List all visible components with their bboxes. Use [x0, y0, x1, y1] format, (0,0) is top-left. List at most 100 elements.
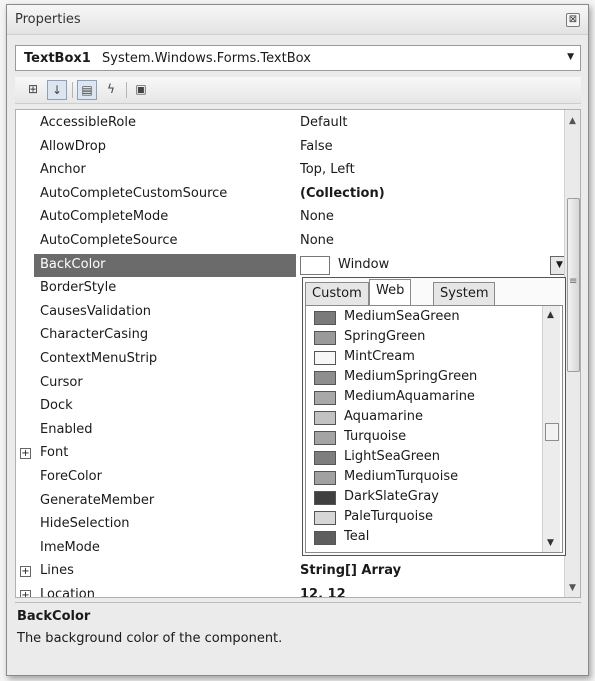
scroll-thumb[interactable] [545, 423, 559, 441]
property-row[interactable]: AllowDrop False [16, 136, 564, 160]
window-title: Properties [15, 12, 81, 27]
property-row[interactable]: + Lines String[] Array [16, 560, 564, 584]
property-row[interactable]: Anchor Top, Left [16, 159, 564, 183]
color-list-scrollbar[interactable]: ▲ ▼ [542, 306, 560, 552]
scroll-down-icon[interactable]: ▼ [547, 538, 554, 548]
property-name: ForeColor [40, 469, 102, 484]
property-row[interactable]: AutoCompleteMode None [16, 206, 564, 230]
property-name: AccessibleRole [40, 115, 136, 130]
color-name: MediumTurquoise [344, 469, 459, 484]
list-item[interactable]: MediumAquamarine [314, 388, 544, 408]
color-picker-dropdown: Custom Web System MediumSeaGreen SpringG… [302, 277, 566, 556]
expand-icon[interactable]: + [20, 566, 31, 578]
events-lightning-icon[interactable]: ϟ [101, 80, 121, 100]
object-type: System.Windows.Forms.TextBox [102, 51, 311, 66]
property-name: AllowDrop [40, 138, 106, 154]
list-item[interactable]: DarkSlateGray [314, 488, 544, 508]
property-value[interactable]: Default [300, 115, 348, 130]
list-item[interactable]: MediumSpringGreen [314, 368, 544, 388]
tab-system[interactable]: System [433, 282, 496, 305]
property-name: Font [40, 445, 69, 461]
properties-window: Properties ⊠ TextBox1 System.Windows.For… [6, 4, 589, 676]
properties-icon[interactable]: ▤ [77, 80, 97, 100]
toolbar-separator [126, 82, 127, 98]
object-name: TextBox1 [24, 51, 91, 66]
color-name: Turquoise [344, 429, 407, 444]
list-item[interactable]: MintCream [314, 348, 544, 368]
color-list: MediumSeaGreen SpringGreen MintCream Med… [305, 305, 563, 553]
list-item[interactable]: Turquoise [314, 428, 544, 448]
property-name: ContextMenuStrip [40, 351, 158, 366]
description-text: The background color of the component. [17, 631, 283, 646]
property-name: AutoCompleteSource [40, 233, 178, 248]
color-name: Aquamarine [344, 409, 423, 424]
description-title: BackColor [17, 609, 91, 624]
list-item[interactable]: Teal [314, 528, 544, 548]
property-value[interactable]: None [300, 233, 334, 248]
color-name: MintCream [344, 349, 415, 364]
color-name: SpringGreen [344, 329, 426, 344]
color-name: Teal [344, 529, 370, 544]
color-swatch [314, 311, 336, 325]
property-row[interactable]: AccessibleRole Default [16, 112, 564, 136]
chevron-down-icon[interactable]: ▼ [567, 52, 574, 62]
property-row[interactable]: AutoCompleteCustomSource (Collection) [16, 183, 564, 207]
property-name: CharacterCasing [40, 327, 149, 343]
color-swatch [314, 491, 336, 505]
property-name: BackColor [40, 256, 106, 272]
color-swatch [314, 371, 336, 385]
property-name: AutoCompleteCustomSource [40, 185, 228, 201]
title-bar[interactable]: Properties ⊠ [7, 5, 588, 35]
categorized-icon[interactable]: ⊞ [23, 80, 43, 100]
list-item[interactable]: Aquamarine [314, 408, 544, 428]
property-value[interactable]: Top, Left [300, 162, 355, 177]
color-swatch [314, 431, 336, 445]
list-item[interactable]: PaleTurquoise [314, 508, 544, 528]
property-name: CausesValidation [40, 303, 152, 319]
tab-custom[interactable]: Custom [305, 282, 369, 305]
expand-icon[interactable]: + [20, 590, 31, 597]
expand-icon[interactable]: + [20, 448, 31, 460]
object-selector[interactable]: TextBox1 System.Windows.Forms.TextBox ▼ [15, 45, 581, 71]
list-item[interactable]: MediumTurquoise [314, 468, 544, 488]
property-name: Lines [40, 563, 74, 579]
tab-web[interactable]: Web [369, 279, 412, 306]
property-value[interactable]: False [300, 139, 333, 154]
color-name: DarkSlateGray [344, 489, 439, 504]
color-swatch [314, 411, 336, 425]
property-name: Enabled [40, 421, 93, 437]
color-name: MediumSpringGreen [344, 369, 478, 384]
property-row-selected[interactable]: BackColor Window ▼ [16, 253, 569, 278]
color-name: PaleTurquoise [344, 509, 433, 524]
property-name: AutoCompleteMode [40, 209, 169, 225]
property-value[interactable]: Window [338, 257, 389, 272]
alphabetical-sort-icon[interactable]: ↓ [47, 80, 67, 100]
color-swatch [314, 351, 336, 365]
list-item[interactable]: SpringGreen [314, 328, 544, 348]
color-name: MediumSeaGreen [344, 309, 460, 324]
list-item[interactable]: LightSeaGreen [314, 448, 544, 468]
property-name: Cursor [40, 374, 83, 390]
property-name: GenerateMember [40, 492, 155, 508]
property-value[interactable]: 12, 12 [300, 587, 346, 597]
toolbar-separator [72, 82, 73, 98]
property-value[interactable]: (Collection) [300, 186, 385, 201]
close-icon[interactable]: ⊠ [566, 13, 580, 27]
scroll-up-icon[interactable]: ▲ [569, 116, 576, 126]
color-name: LightSeaGreen [344, 449, 441, 464]
scroll-down-icon[interactable]: ▼ [569, 583, 576, 593]
property-row[interactable]: + Location 12, 12 [16, 584, 564, 597]
property-row[interactable]: AutoCompleteSource None [16, 230, 564, 254]
scroll-up-icon[interactable]: ▲ [547, 310, 554, 320]
property-value[interactable]: None [300, 209, 334, 224]
color-swatch [314, 451, 336, 465]
property-pages-icon[interactable]: ▣ [131, 80, 151, 100]
vertical-scrollbar[interactable]: ▲ ≡ ▼ [564, 110, 580, 597]
property-name: Dock [40, 398, 73, 414]
property-value[interactable]: String[] Array [300, 563, 401, 578]
color-swatch [314, 391, 336, 405]
list-item[interactable]: MediumSeaGreen [314, 308, 544, 328]
grip-icon: ≡ [569, 276, 578, 287]
color-swatch [314, 471, 336, 485]
color-swatch [300, 255, 330, 275]
